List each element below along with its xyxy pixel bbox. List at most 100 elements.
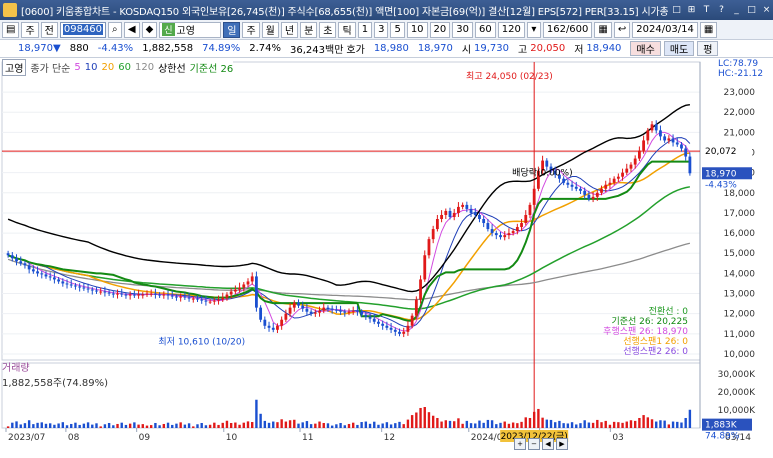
period-day[interactable]: 일	[223, 21, 241, 38]
candle-body	[82, 287, 86, 289]
calendar-icon[interactable]: ▦	[699, 21, 718, 38]
volume-bar	[322, 422, 325, 428]
volume-bar	[486, 419, 490, 428]
period-week[interactable]: 주	[242, 21, 260, 38]
eval-button[interactable]: 평	[697, 41, 719, 56]
candle-body	[44, 274, 48, 277]
period-minute[interactable]: 분	[300, 21, 318, 38]
volume-bar	[410, 415, 414, 428]
volume-bar	[204, 425, 208, 428]
candle-body	[579, 188, 582, 191]
interval-dropdown-icon[interactable]: ▾	[526, 21, 541, 38]
volume-bar	[663, 420, 666, 428]
window-box-icon[interactable]: □	[670, 4, 683, 17]
volume-bar	[149, 425, 153, 428]
buy-button[interactable]: 매수	[630, 41, 661, 56]
speaker-icon[interactable]: ◀	[123, 21, 140, 38]
candle-body	[625, 168, 629, 173]
period-tick[interactable]: 틱	[338, 21, 356, 38]
minimize-icon[interactable]: _	[730, 4, 743, 17]
volume-bar	[339, 422, 342, 428]
candle-body	[372, 318, 376, 322]
volume-bar	[638, 417, 641, 428]
candle-body	[423, 255, 427, 280]
history-icon[interactable]: ↩	[613, 21, 631, 38]
interval-120[interactable]: 120	[497, 21, 525, 38]
interval-1[interactable]: 1	[357, 21, 373, 38]
volume-bar	[15, 421, 18, 428]
search-icon[interactable]: ⌕	[107, 21, 122, 38]
volume-bar	[208, 424, 212, 428]
volume-bar	[225, 420, 229, 428]
volume-bar	[520, 421, 523, 428]
candle-body	[410, 315, 414, 326]
ask-label: 호가	[346, 45, 365, 56]
code-input[interactable]: 098460	[59, 21, 106, 38]
y-tick-label: 12,000	[724, 310, 756, 320]
price-chart[interactable]: 23,00022,00021,00020,00019,00018,00017,0…	[0, 58, 773, 458]
font-icon[interactable]: T	[700, 4, 713, 17]
scroll-last-icon[interactable]: ▶	[556, 438, 568, 450]
candle-body	[292, 302, 296, 308]
volume-bar	[646, 417, 650, 428]
list-icon[interactable]: ▤	[2, 21, 20, 38]
candle-body	[57, 279, 61, 282]
chart-type-icon[interactable]: ▦	[594, 21, 612, 38]
candle-body	[469, 208, 473, 213]
volume-bar	[495, 424, 498, 428]
period-year[interactable]: 년	[280, 21, 299, 38]
volume-bar	[86, 422, 90, 428]
y-tick-label: 18,000	[724, 189, 756, 199]
window-grid-icon[interactable]: ⊞	[685, 4, 698, 17]
candle-body	[675, 142, 679, 145]
volume-bar	[330, 425, 334, 428]
count-input[interactable]: 162/600	[542, 21, 593, 38]
candle-body	[659, 130, 662, 137]
interval-60[interactable]: 60	[475, 21, 496, 38]
volume-bar	[566, 423, 570, 428]
volume-bar	[558, 420, 561, 428]
candle-body	[69, 284, 73, 286]
interval-10[interactable]: 10	[406, 21, 428, 38]
maximize-icon[interactable]: □	[745, 4, 758, 17]
help-icon[interactable]: ?	[715, 4, 728, 17]
stock-name-field[interactable]: 신 고영	[159, 21, 222, 38]
volume-bar	[650, 419, 654, 428]
high-label: 고	[518, 45, 528, 56]
all-button[interactable]: 전	[40, 21, 58, 38]
volume-bar	[655, 421, 658, 428]
y-tick-label: 16,000	[724, 229, 756, 239]
interval-3[interactable]: 3	[374, 21, 389, 38]
prev-next-icon[interactable]: ◆	[141, 21, 158, 38]
volume-bar	[625, 421, 628, 428]
date-input[interactable]: 2024/03/14	[632, 21, 698, 38]
volume-bar	[267, 422, 271, 428]
period-month[interactable]: 월	[261, 21, 279, 38]
close-icon[interactable]: ×	[760, 4, 773, 17]
volume-bar	[95, 423, 98, 428]
date-value: 2024/03/14	[636, 24, 694, 35]
scroll-first-icon[interactable]: ◀	[542, 438, 554, 450]
candle-body	[402, 331, 406, 334]
volume-bar	[343, 425, 346, 428]
volume-bar	[335, 424, 338, 428]
sell-button[interactable]: 매도	[663, 41, 695, 56]
zoom-in-icon[interactable]: +	[514, 438, 526, 450]
interval-30[interactable]: 30	[452, 21, 474, 38]
interval-5[interactable]: 5	[390, 21, 405, 38]
volume-bar	[457, 418, 460, 428]
volume-detail: 1,882,558주(74.89%)	[2, 378, 109, 389]
interval-20[interactable]: 20	[429, 21, 451, 38]
volume-bar	[288, 420, 292, 428]
candle-body	[431, 229, 435, 240]
candle-body	[608, 182, 612, 185]
volume-bar	[667, 424, 671, 428]
nav-buttons: + − ◀ ▶	[514, 438, 568, 450]
period-second[interactable]: 초	[319, 21, 337, 38]
zoom-out-icon[interactable]: −	[528, 438, 540, 450]
chart-legend: 고영 종가 단순 5 10 20 60 120 상한선 기준선 26	[2, 58, 234, 76]
volume-bar	[284, 421, 288, 428]
volume-bar	[360, 422, 363, 428]
candle-body	[99, 291, 103, 293]
stock-type-button[interactable]: 주	[21, 21, 39, 38]
